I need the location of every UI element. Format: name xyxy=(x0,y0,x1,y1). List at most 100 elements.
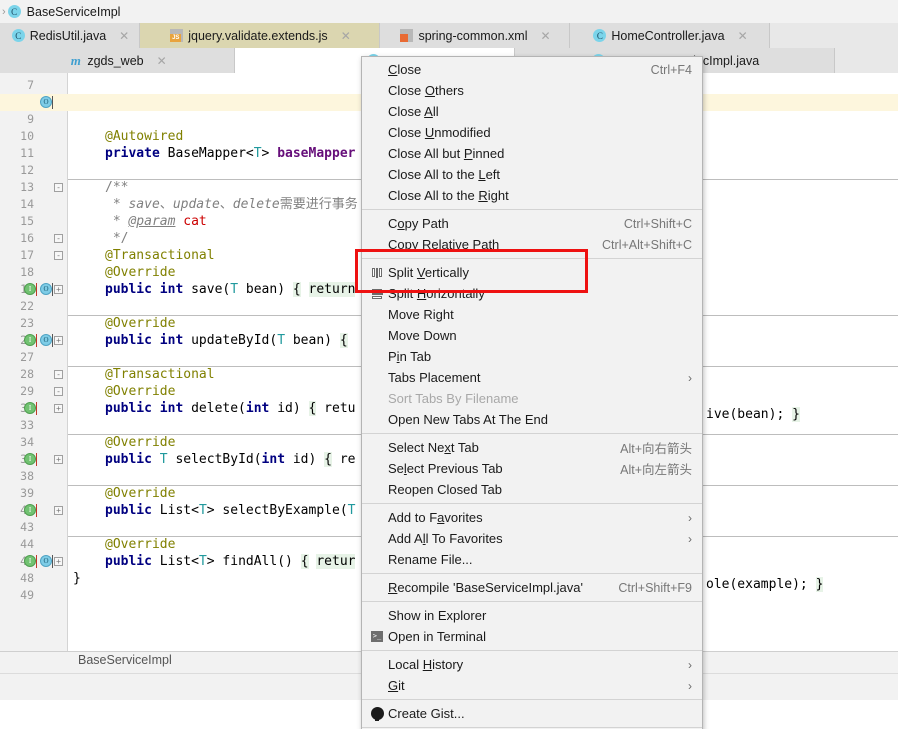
submenu-chevron-icon: › xyxy=(688,657,692,672)
code-fold-toggle[interactable]: - xyxy=(54,183,63,192)
editor-tab[interactable]: jquery.validate.extends.js ✕ xyxy=(140,23,380,48)
js-file-icon xyxy=(170,29,184,42)
menu-item[interactable]: Add to Favorites › xyxy=(362,507,702,528)
menu-item-shortcut: Ctrl+F4 xyxy=(650,62,692,77)
status-label: BaseServiceImpl xyxy=(78,653,172,667)
overriding-method-gutter-icon[interactable]: O xyxy=(40,555,53,568)
submenu-chevron-icon: › xyxy=(688,531,692,546)
menu-item-label: Close All to the Left xyxy=(388,167,501,182)
line-number: 15 xyxy=(20,214,34,228)
code-line: @Transactional xyxy=(105,367,215,382)
code-fold-toggle[interactable]: + xyxy=(54,455,63,464)
submenu-chevron-icon: › xyxy=(688,510,692,525)
breadcrumb-chevron-icon: › xyxy=(2,5,6,18)
menu-item[interactable]: Move Down xyxy=(362,325,702,346)
code-fold-toggle[interactable]: - xyxy=(54,387,63,396)
menu-item[interactable]: Create Gist... xyxy=(362,703,702,724)
menu-item-label: Open in Terminal xyxy=(388,629,487,644)
menu-item[interactable]: Close Others xyxy=(362,80,702,101)
code-fold-toggle[interactable]: + xyxy=(54,506,63,515)
line-number: 23 xyxy=(20,316,34,330)
menu-item[interactable]: Close All xyxy=(362,101,702,122)
menu-item[interactable]: Select Previous Tab Alt+向左箭头 xyxy=(362,458,702,479)
menu-item[interactable]: Tabs Placement › xyxy=(362,367,702,388)
editor-tab[interactable]: m zgds_web ✕ xyxy=(0,48,235,73)
implementing-method-gutter-icon[interactable]: I xyxy=(24,283,37,296)
code-line: public T selectById(int id) { re xyxy=(105,452,356,467)
submenu-chevron-icon: › xyxy=(688,370,692,385)
code-line: @Autowired xyxy=(105,129,184,144)
menu-item[interactable]: >_ Open in Terminal xyxy=(362,626,702,647)
menu-item[interactable]: Copy Path Ctrl+Shift+C xyxy=(362,213,702,234)
code-line: /** xyxy=(105,180,129,195)
menu-item[interactable]: Add All To Favorites › xyxy=(362,528,702,549)
menu-item-label: Close All xyxy=(388,104,439,119)
tab-close-icon[interactable]: ✕ xyxy=(738,30,748,42)
code-fold-toggle[interactable]: - xyxy=(54,234,63,243)
breadcrumb: › C BaseServiceImpl xyxy=(0,0,898,23)
menu-item-label: Open New Tabs At The End xyxy=(388,412,548,427)
code-fold-toggle[interactable]: + xyxy=(54,404,63,413)
line-number: 28 xyxy=(20,367,34,381)
menu-item[interactable]: Close All to the Right xyxy=(362,185,702,206)
tab-row-filler xyxy=(770,23,898,48)
editor-tab[interactable]: C HomeController.java ✕ xyxy=(570,23,770,48)
overriding-method-gutter-icon[interactable]: O xyxy=(40,334,53,347)
menu-separator xyxy=(362,727,702,728)
code-fold-toggle[interactable]: + xyxy=(54,557,63,566)
editor-tab[interactable]: spring-common.xml ✕ xyxy=(380,23,570,48)
github-icon xyxy=(368,707,386,721)
menu-item[interactable]: Move Right xyxy=(362,304,702,325)
code-line: public int save(T bean) { return xyxy=(105,282,356,297)
menu-item-label: Close xyxy=(388,62,422,77)
tab-context-menu[interactable]: Close Ctrl+F4 Close Others Close All Close U… xyxy=(361,56,703,729)
tab-close-icon[interactable]: ✕ xyxy=(341,30,351,42)
menu-item[interactable]: Local History › xyxy=(362,654,702,675)
implementing-method-gutter-icon[interactable]: I xyxy=(24,334,37,347)
editor-tab[interactable]: C RedisUtil.java ✕ xyxy=(0,23,140,48)
code-fold-toggle[interactable]: - xyxy=(54,251,63,260)
implementing-method-gutter-icon[interactable]: I xyxy=(24,555,37,568)
menu-item[interactable]: Select Next Tab Alt+向右箭头 xyxy=(362,437,702,458)
tab-close-icon[interactable]: ✕ xyxy=(157,55,167,67)
menu-item-label: Close All to the Right xyxy=(388,188,509,203)
menu-item: Sort Tabs By Filename xyxy=(362,388,702,409)
menu-item-label: Close Others xyxy=(388,83,464,98)
menu-item[interactable]: Show in Explorer xyxy=(362,605,702,626)
overriding-method-gutter-icon[interactable]: O xyxy=(40,283,53,296)
menu-item[interactable]: Close Ctrl+F4 xyxy=(362,59,702,80)
line-number: 22 xyxy=(20,299,34,313)
menu-item[interactable]: Close All to the Left xyxy=(362,164,702,185)
implementing-method-gutter-icon[interactable]: I xyxy=(24,504,37,517)
code-fold-toggle[interactable]: - xyxy=(54,370,63,379)
code-line: public int updateById(T bean) { xyxy=(105,333,348,348)
menu-item[interactable]: Pin Tab xyxy=(362,346,702,367)
menu-item[interactable]: Open New Tabs At The End xyxy=(362,409,702,430)
menu-item[interactable]: Close Unmodified xyxy=(362,122,702,143)
menu-item[interactable]: Rename File... xyxy=(362,549,702,570)
menu-item[interactable]: Recompile 'BaseServiceImpl.java' Ctrl+Shi… xyxy=(362,577,702,598)
menu-item[interactable]: Copy Relative Path Ctrl+Alt+Shift+C xyxy=(362,234,702,255)
line-number: 43 xyxy=(20,520,34,534)
menu-item-shortcut: Ctrl+Shift+C xyxy=(623,216,692,231)
menu-item-label: Git xyxy=(388,678,405,693)
tab-close-icon[interactable]: ✕ xyxy=(119,30,129,42)
menu-separator xyxy=(362,573,702,574)
menu-separator xyxy=(362,433,702,434)
implementing-method-gutter-icon[interactable]: I xyxy=(24,453,37,466)
overriding-method-gutter-icon[interactable]: O xyxy=(40,96,53,109)
tab-close-icon[interactable]: ✕ xyxy=(541,30,551,42)
breadcrumb-label: BaseServiceImpl xyxy=(26,4,121,19)
menu-item-shortcut: Alt+向右箭头 xyxy=(620,442,692,456)
editor-tab-row-1: CRedisUtil.java✕jquery.validate.extends.… xyxy=(0,23,898,48)
implementing-method-gutter-icon[interactable]: I xyxy=(24,402,37,415)
menu-item[interactable]: Git › xyxy=(362,675,702,696)
code-line: * @param cat xyxy=(105,214,207,229)
code-fold-toggle[interactable]: + xyxy=(54,336,63,345)
menu-item[interactable]: Reopen Closed Tab xyxy=(362,479,702,500)
menu-item[interactable]: Split Horizontally xyxy=(362,283,702,304)
menu-item[interactable]: Split Vertically xyxy=(362,262,702,283)
code-fold-toggle[interactable]: + xyxy=(54,285,63,294)
menu-item-label: Local History xyxy=(388,657,464,672)
menu-item[interactable]: Close All but Pinned xyxy=(362,143,702,164)
